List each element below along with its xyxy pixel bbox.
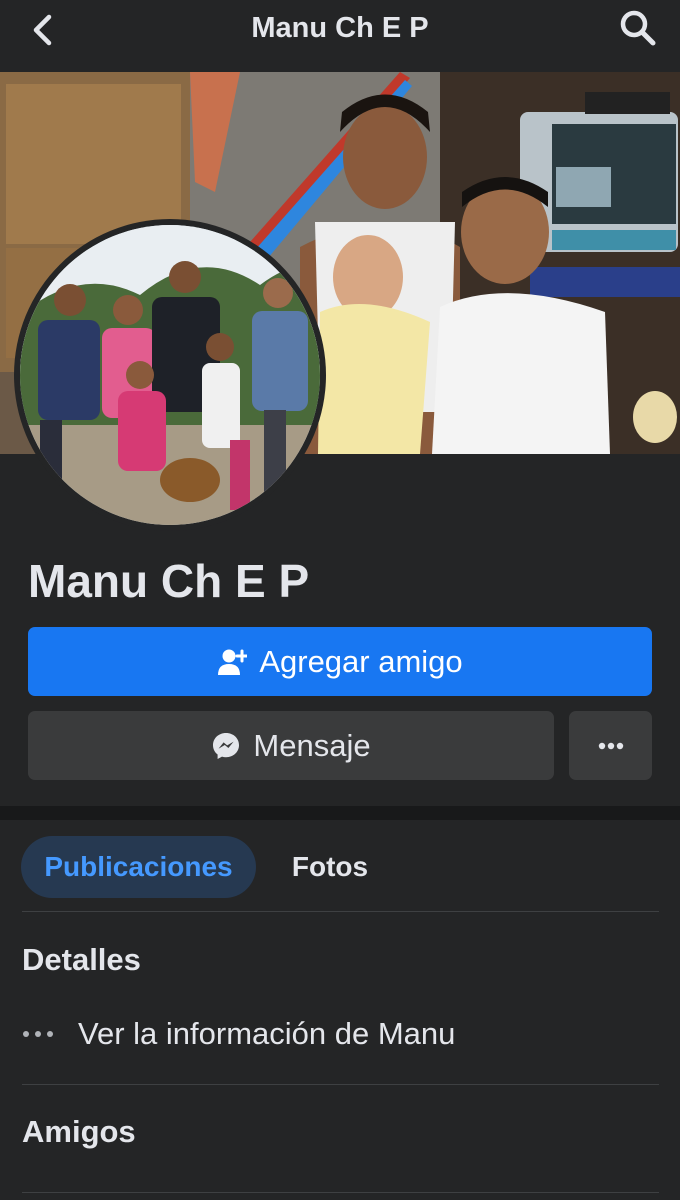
divider <box>22 911 659 912</box>
more-dots-icon <box>22 1030 54 1038</box>
search-button[interactable] <box>614 6 662 50</box>
see-info-row[interactable]: Ver la información de Manu <box>22 1012 642 1056</box>
details-heading: Detalles <box>22 942 141 977</box>
search-icon <box>620 10 656 46</box>
see-info-label: Ver la información de Manu <box>78 1016 456 1051</box>
divider <box>22 1084 659 1085</box>
message-button[interactable]: Mensaje <box>28 711 554 780</box>
messenger-icon <box>211 731 241 761</box>
message-label: Mensaje <box>253 727 371 763</box>
tab-publicaciones[interactable]: Publicaciones <box>21 836 256 898</box>
more-options-button[interactable] <box>569 711 652 780</box>
add-friend-button[interactable]: Agregar amigo <box>28 627 652 696</box>
profile-name: Manu Ch E P <box>28 555 310 607</box>
profile-photo-image <box>20 225 320 525</box>
tab-fotos[interactable]: Fotos <box>268 836 392 898</box>
chevron-left-icon <box>33 14 52 46</box>
page-title: Manu Ch E P <box>251 12 429 44</box>
divider <box>22 1192 659 1193</box>
top-bar: Manu Ch E P <box>0 0 680 72</box>
more-horizontal-icon <box>598 742 623 749</box>
section-divider <box>0 806 680 820</box>
profile-photo[interactable] <box>14 219 326 531</box>
back-button[interactable] <box>22 10 62 50</box>
add-person-icon <box>217 647 248 677</box>
friends-heading: Amigos <box>22 1114 136 1149</box>
add-friend-label: Agregar amigo <box>259 643 463 679</box>
